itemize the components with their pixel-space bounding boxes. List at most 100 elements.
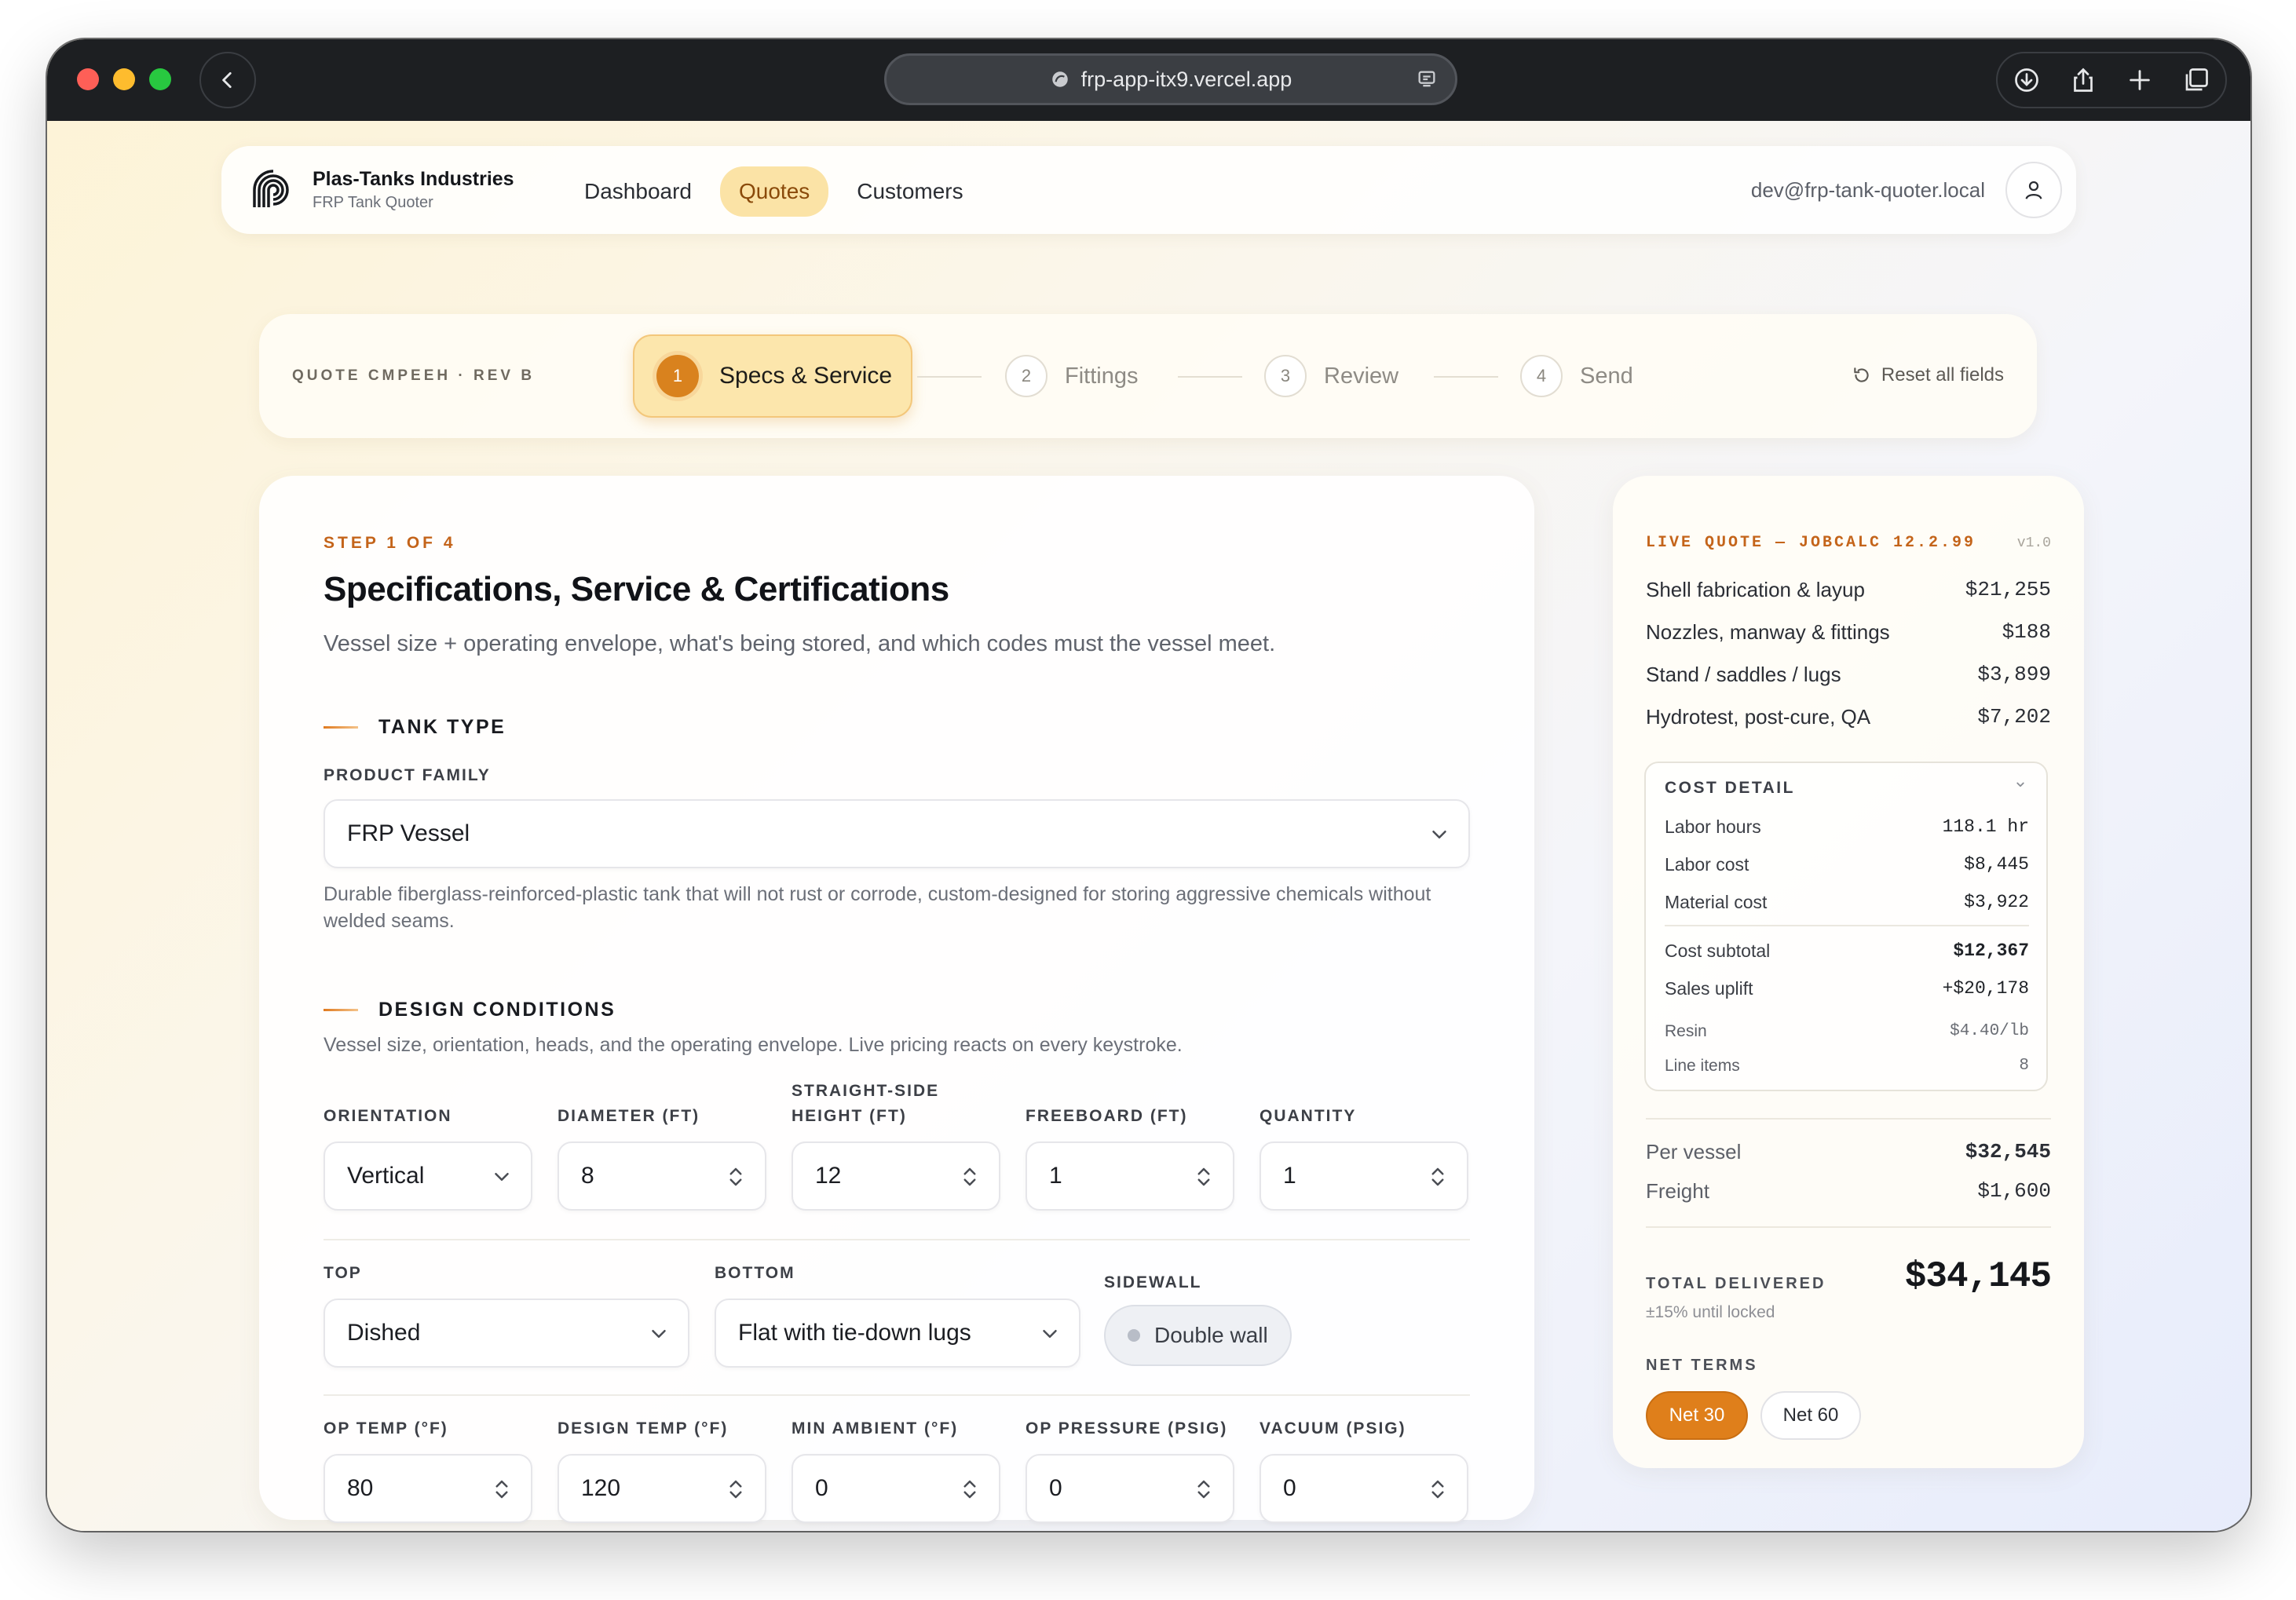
step-label: Send [1580,363,1633,389]
cost-row: Labor hours 118.1 hr [1665,816,2029,838]
spinner-arrows-icon[interactable] [1426,1478,1450,1501]
quantity-stepper[interactable]: 1 [1260,1142,1468,1211]
orientation-select[interactable]: Vertical [324,1142,532,1211]
reset-all-fields-button[interactable]: Reset all fields [1852,364,2004,386]
line-item-label: Shell fabrication & layup [1646,578,1865,601]
share-icon [2074,68,2093,92]
spinner-arrows-icon[interactable] [490,1478,514,1501]
page-title: Specifications, Service & Certifications [324,570,949,608]
step-number: 2 [1005,355,1047,397]
diameter-stepper[interactable]: 8 [558,1142,766,1211]
close-window-button[interactable] [77,68,99,90]
net-60-button[interactable]: Net 60 [1760,1391,1861,1440]
cost-row: Labor cost $8,445 [1665,854,2029,875]
live-quote-title: LIVE QUOTE — JOBCALC 12.2.99 [1646,534,1976,552]
straight-side-height-stepper[interactable]: 12 [792,1142,1000,1211]
step-fittings[interactable]: 2 Fittings [1005,355,1138,397]
cost-row: Sales uplift +$20,178 [1665,978,2029,999]
url-text: frp-app-itx9.vercel.app [1080,67,1292,91]
section-design-conditions: DESIGN CONDITIONS [324,999,616,1021]
line-item-value: $3,899 [1977,663,2051,686]
step-review[interactable]: 3 Review [1264,355,1398,397]
maximize-window-button[interactable] [149,68,171,90]
downloads-button[interactable] [2005,59,2048,101]
product-family-label: PRODUCT FAMILY [324,766,491,784]
net-30-button[interactable]: Net 30 [1646,1391,1748,1440]
cost-row-value: $3,922 [1964,892,2029,912]
cost-row-value: $4.40/lb [1950,1022,2029,1040]
cost-row-label: Cost subtotal [1665,941,1771,961]
per-vessel-value: $32,545 [1965,1140,2051,1163]
section-dash [324,726,358,729]
op-temp-stepper[interactable]: 80 [324,1454,532,1523]
line-item: Nozzles, manway & fittings $188 [1646,620,2051,645]
step-label: Specs & Service [719,363,893,389]
spinner-arrows-icon[interactable] [724,1478,748,1501]
cost-row-value: $8,445 [1964,854,2029,875]
min-ambient-stepper[interactable]: 0 [792,1454,1000,1523]
design-temp-stepper[interactable]: 120 [558,1454,766,1523]
live-quote-panel: LIVE QUOTE — JOBCALC 12.2.99 v1.0 Shell … [1613,476,2084,1468]
bottom-head-select[interactable]: Flat with tie-down lugs [715,1299,1080,1368]
chevron-down-icon [1043,1330,1057,1338]
brand[interactable]: Plas-Tanks Industries FRP Tank Quoter [251,168,514,212]
vacuum-stepper[interactable]: 0 [1260,1454,1468,1523]
nav-link-customers[interactable]: Customers [838,166,982,217]
freeboard-stepper[interactable]: 1 [1026,1142,1234,1211]
step-label: Fittings [1065,363,1139,389]
section-divider [1646,1118,2051,1120]
user-menu: dev@frp-tank-quoter.local [1751,162,2062,218]
net-terms-label: NET TERMS [1646,1357,1758,1374]
tabs-icon [2185,68,2208,91]
spinner-arrows-icon[interactable] [1426,1165,1450,1189]
step-connector [917,376,982,378]
top-value: Dished [347,1320,421,1346]
op-pressure-stepper[interactable]: 0 [1026,1454,1234,1523]
design-conditions-help: Vessel size, orientation, heads, and the… [324,1034,1183,1056]
line-item: Hydrotest, post-cure, QA $7,202 [1646,705,2051,729]
step-connector [1434,376,1498,378]
spinner-arrows-icon[interactable] [958,1165,982,1189]
spinner-arrows-icon[interactable] [958,1478,982,1501]
avatar[interactable] [2005,162,2062,218]
cost-divider [1665,925,2029,926]
reader-mode-icon[interactable] [1416,68,1438,90]
spinner-arrows-icon[interactable] [1192,1165,1216,1189]
double-wall-toggle[interactable]: Double wall [1104,1305,1292,1366]
step-send[interactable]: 4 Send [1520,355,1633,397]
product-family-value: FRP Vessel [347,820,470,846]
tab-overview-button[interactable] [2175,59,2217,101]
min-ambient-label: MIN AMBIENT (°F) [792,1419,959,1437]
nav-link-dashboard[interactable]: Dashboard [565,166,711,217]
top-head-select[interactable]: Dished [324,1299,689,1368]
step-number: 4 [1520,355,1563,397]
new-tab-button[interactable] [2119,59,2161,101]
cost-row-label: Labor cost [1665,854,1749,875]
line-item-label: Stand / saddles / lugs [1646,663,1841,686]
line-item-value: $7,202 [1977,705,2051,729]
browser-titlebar: frp-app-itx9.vercel.app [47,39,2250,121]
straight-side-height-label: STRAIGHT-SIDE HEIGHT (FT) [792,1079,939,1129]
product-family-select[interactable]: FRP Vessel [324,799,1470,868]
top-label: TOP [324,1264,362,1282]
back-button[interactable] [199,52,256,108]
op-pressure-label: OP PRESSURE (PSIG) [1026,1419,1228,1437]
company-logo-icon [253,170,289,207]
op-temp-label: OP TEMP (°F) [324,1419,448,1437]
address-bar[interactable]: frp-app-itx9.vercel.app [884,53,1457,105]
share-button[interactable] [2062,59,2104,101]
chevron-down-icon [1432,831,1446,838]
height-label-line-1: STRAIGHT-SIDE [792,1082,940,1100]
cost-row-label: Material cost [1665,892,1768,912]
minimize-window-button[interactable] [113,68,135,90]
orientation-label: ORIENTATION [324,1107,452,1125]
spinner-arrows-icon[interactable] [1192,1478,1216,1501]
browser-toolbar-actions [1996,52,2227,108]
nav-link-quotes[interactable]: Quotes [719,166,829,217]
freeboard-label: FREEBOARD (FT) [1026,1107,1188,1125]
spinner-arrows-icon[interactable] [724,1165,748,1189]
cost-detail-panel[interactable]: COST DETAIL Labor hours 118.1 hr Labor c… [1644,762,2048,1091]
chevron-down-icon [652,1330,666,1338]
step-specs-service[interactable]: 1 Specs & Service [633,334,912,418]
page-description: Vessel size + operating envelope, what's… [324,631,1276,656]
